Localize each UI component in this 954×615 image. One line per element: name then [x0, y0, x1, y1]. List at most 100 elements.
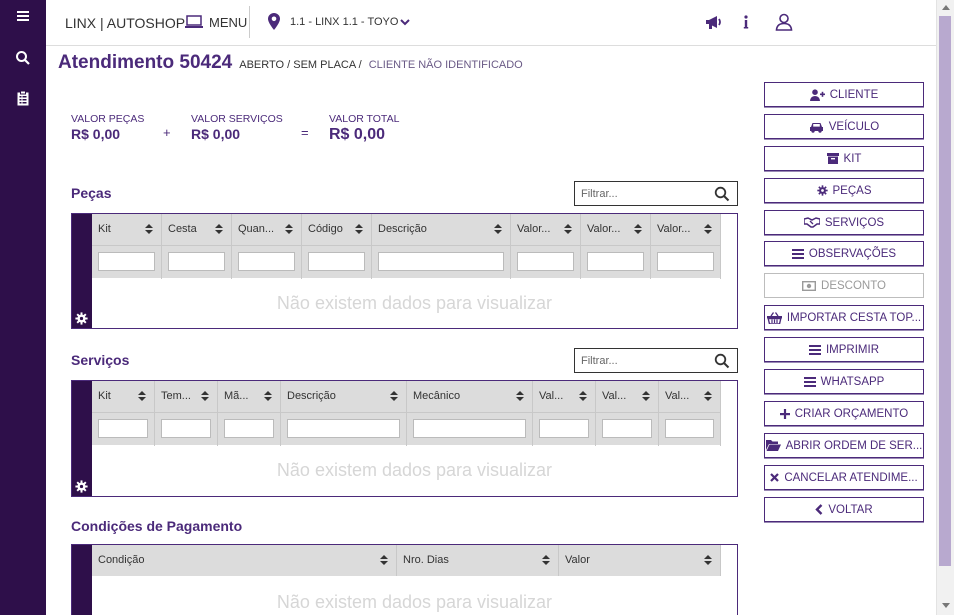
filter-cell	[659, 413, 721, 446]
kit-button[interactable]: KIT	[764, 146, 924, 171]
column-header[interactable]: Val...	[596, 381, 659, 412]
column-header[interactable]: Mã...	[218, 381, 281, 412]
sort-icon	[494, 224, 502, 234]
scrollbar-thumb[interactable]	[939, 16, 951, 566]
column-filter-input[interactable]	[308, 252, 365, 271]
column-header[interactable]: Val...	[659, 381, 721, 412]
import-basket-button[interactable]: IMPORTAR CESTA TOP...	[764, 305, 924, 330]
scroll-down-arrow[interactable]	[942, 603, 950, 608]
client-status: CLIENTE NÃO IDENTIFICADO	[368, 59, 523, 71]
grid-gutter	[72, 214, 92, 328]
parts-total-label: VALOR PEÇAS	[71, 113, 145, 125]
column-filter-input[interactable]	[98, 419, 148, 438]
column-filter-input[interactable]	[602, 419, 652, 438]
column-filter-input[interactable]	[287, 419, 400, 438]
search-icon[interactable]	[714, 186, 730, 202]
filter-cell	[232, 246, 302, 279]
column-header[interactable]: Descrição	[372, 214, 511, 245]
user-icon[interactable]	[774, 12, 794, 32]
megaphone-icon[interactable]	[704, 12, 724, 32]
column-header[interactable]: Código	[302, 214, 372, 245]
column-header[interactable]: Tem...	[155, 381, 218, 412]
column-filter-input[interactable]	[98, 252, 155, 271]
column-header[interactable]: Kit	[92, 214, 162, 245]
store-selector[interactable]: 1.1 - LINX 1.1 - TOYO	[268, 13, 411, 30]
grid-gutter	[72, 545, 92, 615]
column-header[interactable]: Cesta	[162, 214, 232, 245]
menu-button[interactable]: MENU	[184, 12, 247, 32]
filter-cell	[533, 413, 596, 446]
parts-button[interactable]: PEÇAS	[764, 178, 924, 203]
sort-icon	[542, 555, 550, 565]
column-filter-input[interactable]	[168, 252, 225, 271]
cancel-service-button[interactable]: CANCELAR ATENDIME...	[764, 465, 924, 490]
services-total: VALOR SERVIÇOS R$ 0,00	[191, 113, 283, 142]
discount-button[interactable]: DESCONTO	[764, 273, 924, 298]
column-header[interactable]: Nro. Dias	[397, 545, 559, 576]
services-filter[interactable]	[574, 348, 738, 373]
open-service-order-button[interactable]: ABRIR ORDEM DE SER...	[764, 433, 924, 458]
sort-icon	[634, 224, 642, 234]
search-icon[interactable]	[15, 50, 31, 66]
column-header[interactable]: Valor...	[581, 214, 651, 245]
parts-filter-input[interactable]	[581, 186, 707, 201]
grid-gutter	[72, 381, 92, 496]
whatsapp-button[interactable]: WHATSAPP	[764, 369, 924, 394]
payment-section-title: Condições de Pagamento	[71, 518, 243, 534]
parts-total: VALOR PEÇAS R$ 0,00	[71, 113, 144, 142]
store-label: 1.1 - LINX 1.1 - TOYO	[290, 15, 399, 28]
info-icon[interactable]	[736, 12, 756, 32]
column-header[interactable]: Valor...	[511, 214, 581, 245]
column-header[interactable]: Mecânico	[407, 381, 533, 412]
services-total-value: R$ 0,00	[191, 126, 241, 142]
search-icon[interactable]	[714, 353, 730, 369]
column-filter-input[interactable]	[517, 252, 574, 271]
handshake-icon	[803, 217, 820, 228]
observations-button[interactable]: OBSERVAÇÕES	[764, 241, 924, 266]
column-filter-input[interactable]	[238, 252, 295, 271]
folder-open-icon	[765, 440, 781, 451]
column-filter-input[interactable]	[224, 419, 274, 438]
laptop-icon	[185, 15, 203, 28]
parts-section-title: Peças	[71, 185, 112, 201]
column-header[interactable]: Condição	[92, 545, 397, 576]
column-filter-input[interactable]	[539, 419, 589, 438]
gear-icon[interactable]	[75, 480, 88, 493]
column-header[interactable]: Descrição	[281, 381, 407, 412]
sort-icon	[138, 391, 146, 401]
vehicle-button[interactable]: VEÍCULO	[764, 114, 924, 139]
column-filter-input[interactable]	[657, 252, 714, 271]
client-button[interactable]: CLIENTE	[764, 82, 924, 107]
parts-total-value: R$ 0,00	[71, 126, 121, 142]
sort-icon	[355, 224, 363, 234]
filter-cell	[302, 246, 372, 279]
list-icon[interactable]	[15, 8, 31, 24]
column-header[interactable]: Valor	[559, 545, 721, 576]
column-filter-input[interactable]	[665, 419, 714, 438]
services-filter-input[interactable]	[581, 353, 707, 368]
scroll-up-arrow[interactable]	[942, 5, 950, 10]
column-header[interactable]: Quan...	[232, 214, 302, 245]
sort-icon	[285, 224, 293, 234]
gear-icon	[816, 185, 828, 196]
brand-label: LINX | AUTOSHOP	[65, 15, 186, 31]
back-button[interactable]: VOLTAR	[764, 497, 924, 522]
parts-filter[interactable]	[574, 181, 738, 206]
column-filter-input[interactable]	[378, 252, 504, 271]
column-header[interactable]: Valor...	[651, 214, 721, 245]
print-button[interactable]: IMPRIMIR	[764, 337, 924, 362]
column-header[interactable]: Kit	[92, 381, 155, 412]
column-filter-input[interactable]	[413, 419, 526, 438]
services-button[interactable]: SERVIÇOS	[764, 210, 924, 235]
create-quote-button[interactable]: CRIAR ORÇAMENTO	[764, 401, 924, 426]
map-marker-icon	[268, 13, 280, 30]
gear-icon[interactable]	[75, 312, 88, 325]
clipboard-icon[interactable]	[15, 90, 31, 106]
filter-cell	[596, 413, 659, 446]
page-scrollbar[interactable]	[936, 0, 954, 615]
filter-cell	[218, 413, 281, 446]
column-filter-input[interactable]	[587, 252, 644, 271]
column-header[interactable]: Val...	[533, 381, 596, 412]
left-sidebar	[0, 0, 46, 615]
column-filter-input[interactable]	[161, 419, 211, 438]
